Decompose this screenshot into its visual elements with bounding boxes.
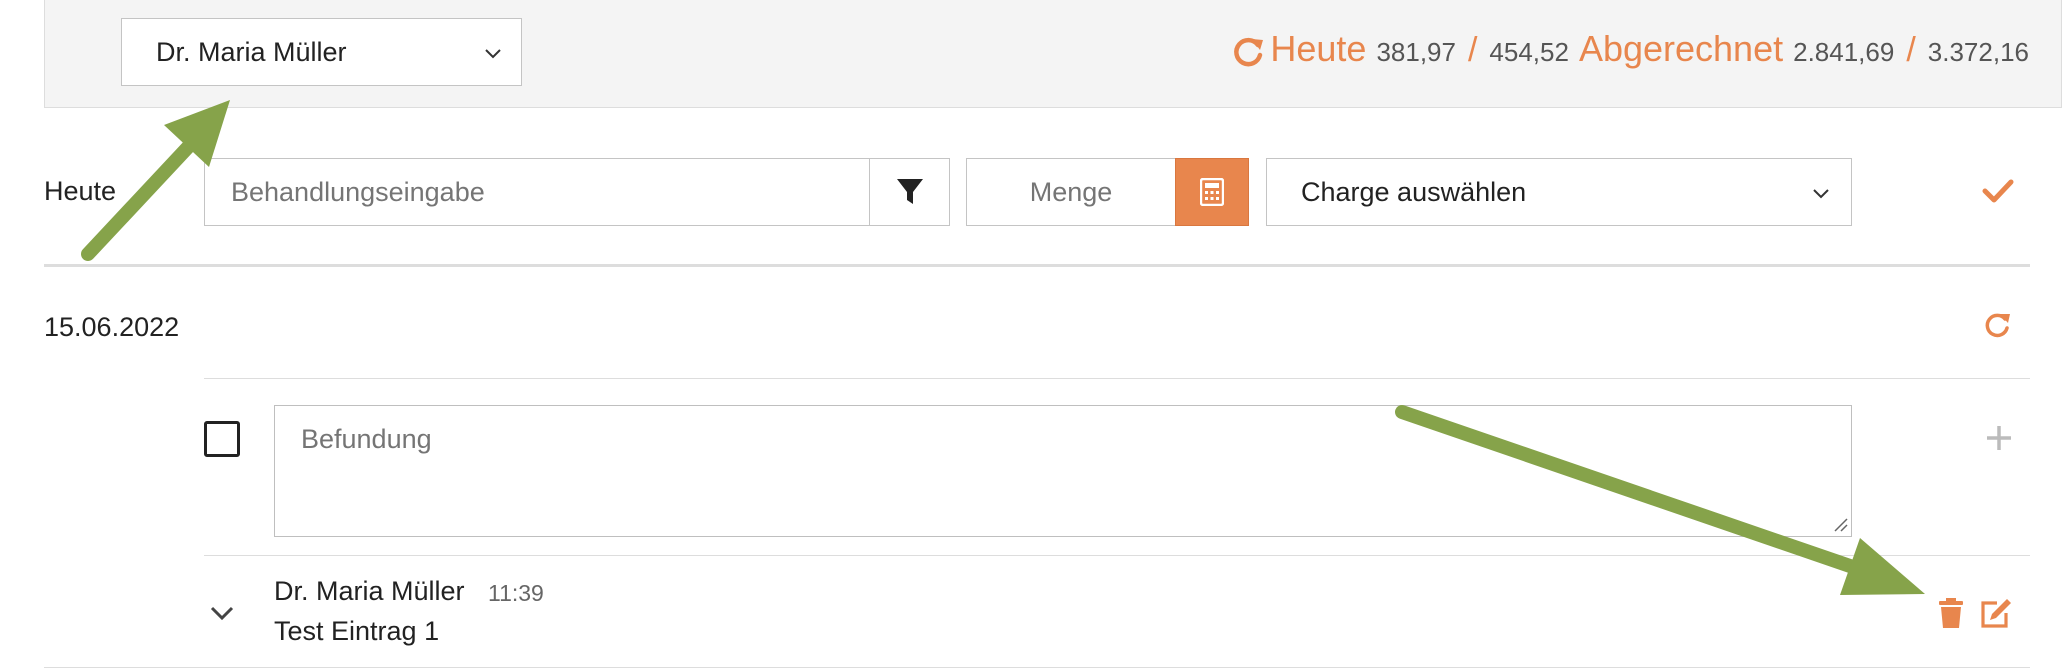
trash-icon[interactable] — [1938, 597, 1964, 629]
edit-icon[interactable] — [1979, 597, 2013, 629]
calculator-button[interactable] — [1175, 158, 1249, 226]
divider — [204, 378, 2030, 379]
filter-icon — [896, 179, 923, 204]
entry-time: 11:39 — [488, 580, 544, 606]
stats-separator: / — [1467, 31, 1478, 69]
chevron-down-icon — [1813, 189, 1829, 199]
day-date: 15.06.2022 — [44, 312, 180, 342]
stats-today-value-2: 454,52 — [1489, 37, 1569, 67]
stats-billed-label: Abgerechnet — [1578, 28, 1784, 69]
chevron-down-icon — [485, 49, 501, 59]
stats-summary: Heute 381,97 / 454,52 Abgerechnet 2.841,… — [1230, 28, 2029, 78]
quantity-input[interactable] — [966, 158, 1176, 226]
entry-author: Dr. Maria Müller — [274, 576, 465, 606]
entry-day-label: Heute — [44, 176, 117, 206]
divider — [44, 264, 2030, 267]
charge-select[interactable]: Charge auswählen — [1266, 158, 1852, 226]
stats-today-value-1: 381,97 — [1376, 37, 1456, 67]
entry-checkbox[interactable] — [204, 421, 240, 457]
treatment-input[interactable] — [204, 158, 870, 226]
divider — [204, 555, 2030, 556]
refresh-icon[interactable] — [1982, 308, 2012, 342]
findings-textarea[interactable] — [274, 405, 1852, 537]
resize-handle-icon[interactable] — [1832, 516, 1848, 532]
doctor-select[interactable]: Dr. Maria Müller — [121, 18, 522, 86]
plus-icon[interactable] — [1984, 423, 2014, 453]
check-icon[interactable] — [1982, 176, 2014, 206]
stats-billed-value-2: 3.372,16 — [1927, 37, 2029, 67]
chevron-down-icon[interactable] — [209, 604, 235, 622]
stats-billed-value-1: 2.841,69 — [1793, 37, 1895, 67]
stats-today-label: Heute — [1270, 28, 1367, 69]
filter-button[interactable] — [869, 158, 950, 226]
entry-text: Test Eintrag 1 — [274, 616, 440, 646]
stats-separator: / — [1906, 31, 1916, 69]
doctor-select-value: Dr. Maria Müller — [156, 36, 347, 67]
top-bar: Dr. Maria Müller Heute 381,97 / 454,52 A… — [44, 0, 2062, 108]
refresh-icon[interactable] — [1230, 35, 1266, 71]
charge-select-value: Charge auswählen — [1301, 176, 1527, 207]
calculator-icon — [1200, 178, 1224, 206]
